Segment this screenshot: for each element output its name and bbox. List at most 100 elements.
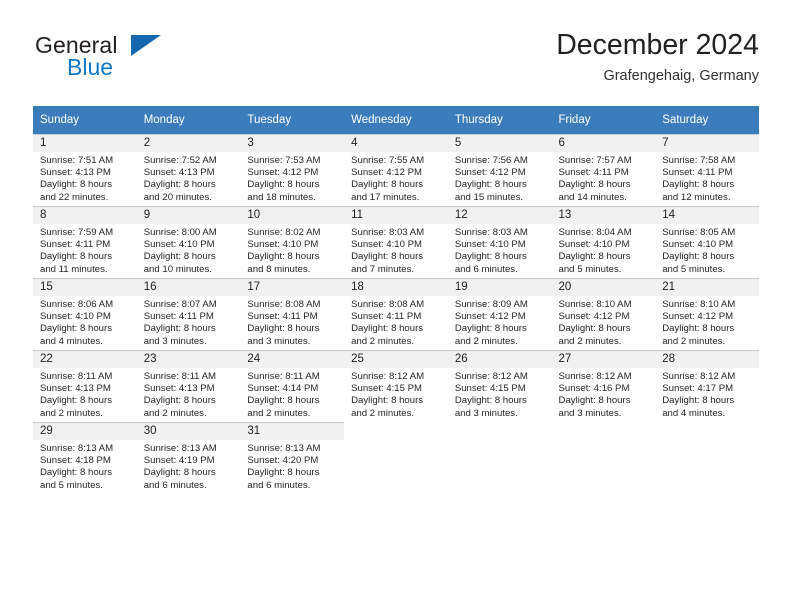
- daylight-text-line1: Daylight: 8 hours: [247, 467, 320, 479]
- daylight-text-line1: Daylight: 8 hours: [247, 323, 320, 335]
- day-cell[interactable]: 2 Sunrise: 7:52 AM Sunset: 4:13 PM Daylight…: [136, 134, 241, 206]
- day-cell[interactable]: 9 Sunrise: 8:00 AM Sunset: 4:10 PM Daylight…: [136, 206, 241, 278]
- day-cell[interactable]: 23 Sunrise: 8:11 AM Sunset: 4:13 PM Dayligh…: [136, 350, 241, 422]
- day-cell[interactable]: 10 Sunrise: 8:02 AM Sunset: 4:10 PM Dayligh…: [240, 206, 345, 278]
- daylight-text-line1: Daylight: 8 hours: [143, 179, 216, 191]
- day-cell-empty: [655, 422, 759, 494]
- calendar-cell: 9 Sunrise: 8:00 AM Sunset: 4:10 PM Daylight…: [136, 206, 241, 278]
- calendar-cell: [344, 422, 448, 494]
- day-cell[interactable]: 1 Sunrise: 7:51 AM Sunset: 4:13 PM Daylight…: [33, 134, 137, 206]
- day-cell[interactable]: 4 Sunrise: 7:55 AM Sunset: 4:12 PM Daylight…: [344, 134, 448, 206]
- location-subtitle: Grafengehaig, Germany: [603, 68, 759, 84]
- day-cell[interactable]: 12 Sunrise: 8:03 AM Sunset: 4:10 PM Dayligh…: [447, 206, 552, 278]
- day-cell[interactable]: 24 Sunrise: 8:11 AM Sunset: 4:14 PM Dayligh…: [240, 350, 345, 422]
- sunrise-text: Sunrise: 8:13 AM: [40, 443, 114, 454]
- sunset-text: Sunset: 4:12 PM: [454, 311, 526, 323]
- day-cell[interactable]: 18 Sunrise: 8:08 AM Sunset: 4:11 PM Dayligh…: [344, 278, 448, 350]
- day-details: Sunrise: 8:10 AM Sunset: 4:12 PM Daylight:…: [655, 296, 759, 348]
- day-cell[interactable]: 29 Sunrise: 8:13 AM Sunset: 4:18 PM Dayligh…: [33, 422, 137, 494]
- day-number: [447, 422, 552, 439]
- daylight-text-line1: Daylight: 8 hours: [454, 395, 527, 407]
- day-cell[interactable]: 16 Sunrise: 8:07 AM Sunset: 4:11 PM Dayligh…: [136, 278, 241, 350]
- sunset-text: Sunset: 4:12 PM: [351, 167, 423, 179]
- sunset-text: Sunset: 4:15 PM: [454, 383, 526, 395]
- calendar-week-row: 22 Sunrise: 8:11 AM Sunset: 4:13 PM Dayligh…: [33, 350, 759, 422]
- day-cell[interactable]: 17 Sunrise: 8:08 AM Sunset: 4:11 PM Dayligh…: [240, 278, 345, 350]
- day-cell[interactable]: 27 Sunrise: 8:12 AM Sunset: 4:16 PM Dayligh…: [551, 350, 656, 422]
- daylight-text-line2: and 22 minutes.: [40, 191, 109, 203]
- calendar-cell: 2 Sunrise: 7:52 AM Sunset: 4:13 PM Daylight…: [136, 134, 241, 206]
- sunset-text: Sunset: 4:11 PM: [351, 311, 422, 323]
- day-cell[interactable]: 19 Sunrise: 8:09 AM Sunset: 4:12 PM Dayligh…: [447, 278, 552, 350]
- calendar-cell: 14 Sunrise: 8:05 AM Sunset: 4:10 PM Dayligh…: [655, 206, 759, 278]
- sunset-text: Sunset: 4:14 PM: [247, 383, 319, 395]
- day-cell[interactable]: 21 Sunrise: 8:10 AM Sunset: 4:12 PM Dayligh…: [655, 278, 759, 350]
- day-number: 12: [447, 207, 552, 224]
- calendar-cell: 12 Sunrise: 8:03 AM Sunset: 4:10 PM Dayligh…: [447, 206, 552, 278]
- day-cell[interactable]: 28 Sunrise: 8:12 AM Sunset: 4:17 PM Dayligh…: [655, 350, 759, 422]
- logo-text-blue: Blue: [67, 54, 114, 80]
- calendar-cell: 19 Sunrise: 8:09 AM Sunset: 4:12 PM Dayligh…: [447, 278, 552, 350]
- daylight-text-line1: Daylight: 8 hours: [454, 323, 527, 335]
- daylight-text-line2: and 3 minutes.: [558, 407, 622, 419]
- sunrise-text: Sunrise: 8:07 AM: [143, 299, 217, 310]
- daylight-text-line1: Daylight: 8 hours: [143, 395, 216, 407]
- calendar-week-row: 8 Sunrise: 7:59 AM Sunset: 4:11 PM Daylight…: [33, 206, 759, 278]
- day-number: 21: [655, 279, 759, 296]
- day-cell[interactable]: 22 Sunrise: 8:11 AM Sunset: 4:13 PM Dayligh…: [33, 350, 137, 422]
- day-cell[interactable]: 5 Sunrise: 7:56 AM Sunset: 4:12 PM Daylight…: [447, 134, 552, 206]
- calendar-week-row: 29 Sunrise: 8:13 AM Sunset: 4:18 PM Dayligh…: [33, 422, 759, 494]
- day-number: 3: [240, 135, 345, 152]
- day-cell[interactable]: 30 Sunrise: 8:13 AM Sunset: 4:19 PM Dayligh…: [136, 422, 241, 494]
- day-cell[interactable]: 31 Sunrise: 8:13 AM Sunset: 4:20 PM Dayligh…: [240, 422, 345, 494]
- sunrise-text: Sunrise: 8:11 AM: [143, 371, 217, 382]
- sunrise-text: Sunrise: 8:12 AM: [662, 371, 736, 382]
- calendar-cell: 25 Sunrise: 8:12 AM Sunset: 4:15 PM Dayligh…: [344, 350, 448, 422]
- daylight-text-line1: Daylight: 8 hours: [662, 179, 735, 191]
- calendar-body: 1 Sunrise: 7:51 AM Sunset: 4:13 PM Daylight…: [33, 134, 759, 494]
- day-cell[interactable]: 13 Sunrise: 8:04 AM Sunset: 4:10 PM Dayligh…: [551, 206, 656, 278]
- day-cell[interactable]: 3 Sunrise: 7:53 AM Sunset: 4:12 PM Daylight…: [240, 134, 345, 206]
- weekday-header-sunday: Sunday: [33, 106, 137, 134]
- day-details: Sunrise: 8:00 AM Sunset: 4:10 PM Daylight:…: [137, 224, 241, 276]
- day-cell[interactable]: 26 Sunrise: 8:12 AM Sunset: 4:15 PM Dayligh…: [447, 350, 552, 422]
- sunrise-text: Sunrise: 8:08 AM: [351, 299, 425, 310]
- day-details: Sunrise: 8:07 AM Sunset: 4:11 PM Daylight:…: [137, 296, 241, 348]
- day-number: 31: [240, 423, 345, 440]
- day-cell[interactable]: 25 Sunrise: 8:12 AM Sunset: 4:15 PM Dayligh…: [344, 350, 448, 422]
- day-number: 23: [136, 351, 241, 368]
- calendar-cell: 11 Sunrise: 8:03 AM Sunset: 4:10 PM Dayligh…: [344, 206, 448, 278]
- day-cell[interactable]: 11 Sunrise: 8:03 AM Sunset: 4:10 PM Dayligh…: [344, 206, 448, 278]
- daylight-text-line1: Daylight: 8 hours: [247, 395, 320, 407]
- sunset-text: Sunset: 4:17 PM: [662, 383, 734, 395]
- sunset-text: Sunset: 4:13 PM: [143, 167, 215, 179]
- daylight-text-line1: Daylight: 8 hours: [40, 395, 112, 407]
- daylight-text-line2: and 2 minutes.: [351, 335, 415, 347]
- calendar-page: General Blue December 2024 Grafengehaig,…: [0, 0, 792, 612]
- calendar-cell: 21 Sunrise: 8:10 AM Sunset: 4:12 PM Dayligh…: [655, 278, 759, 350]
- daylight-text-line1: Daylight: 8 hours: [558, 179, 631, 191]
- general-blue-logo[interactable]: General Blue: [35, 32, 215, 86]
- day-number: 30: [136, 423, 241, 440]
- day-cell[interactable]: 14 Sunrise: 8:05 AM Sunset: 4:10 PM Dayligh…: [655, 206, 759, 278]
- day-details: Sunrise: 8:13 AM Sunset: 4:18 PM Daylight:…: [33, 440, 137, 492]
- day-cell[interactable]: 6 Sunrise: 7:57 AM Sunset: 4:11 PM Daylight…: [551, 134, 656, 206]
- sunrise-text: Sunrise: 8:10 AM: [662, 299, 736, 310]
- sunset-text: Sunset: 4:19 PM: [143, 455, 215, 467]
- calendar-cell: 24 Sunrise: 8:11 AM Sunset: 4:14 PM Dayligh…: [240, 350, 345, 422]
- day-number: 9: [136, 207, 241, 224]
- day-details: Sunrise: 7:51 AM Sunset: 4:13 PM Daylight:…: [33, 152, 137, 204]
- day-cell[interactable]: 15 Sunrise: 8:06 AM Sunset: 4:10 PM Dayligh…: [33, 278, 137, 350]
- daylight-text-line2: and 18 minutes.: [247, 191, 316, 203]
- page-title: December 2024: [556, 29, 759, 61]
- day-number: 24: [240, 351, 345, 368]
- calendar-cell: 7 Sunrise: 7:58 AM Sunset: 4:11 PM Daylight…: [655, 134, 759, 206]
- sunrise-text: Sunrise: 7:52 AM: [143, 155, 217, 166]
- day-cell[interactable]: 7 Sunrise: 7:58 AM Sunset: 4:11 PM Daylight…: [655, 134, 759, 206]
- day-cell[interactable]: 8 Sunrise: 7:59 AM Sunset: 4:11 PM Daylight…: [33, 206, 137, 278]
- day-number: 29: [33, 423, 137, 440]
- daylight-text-line2: and 6 minutes.: [454, 263, 518, 275]
- daylight-text-line2: and 2 minutes.: [351, 407, 415, 419]
- day-details: Sunrise: 7:59 AM Sunset: 4:11 PM Daylight:…: [33, 224, 137, 276]
- day-cell[interactable]: 20 Sunrise: 8:10 AM Sunset: 4:12 PM Dayligh…: [551, 278, 656, 350]
